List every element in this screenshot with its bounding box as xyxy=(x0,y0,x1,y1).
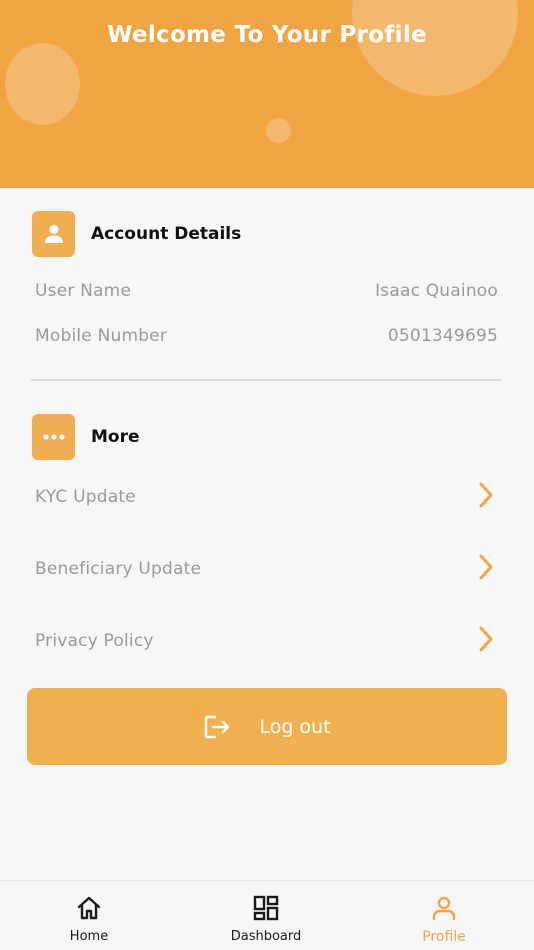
section-divider xyxy=(31,379,501,381)
home-icon xyxy=(76,895,102,925)
privacy-policy-item[interactable]: Privacy Policy xyxy=(35,621,495,661)
user-name-row: User Name Isaac Quainoo xyxy=(35,281,498,301)
nav-item-profile[interactable]: Profile xyxy=(389,895,499,945)
decorative-bubble xyxy=(5,43,80,125)
beneficiary-update-label: Beneficiary Update xyxy=(35,559,202,579)
mobile-number-row: Mobile Number 0501349695 xyxy=(35,326,498,346)
mobile-number-label: Mobile Number xyxy=(35,326,168,346)
profile-icon xyxy=(431,895,457,925)
kyc-update-item[interactable]: KYC Update xyxy=(35,477,495,517)
nav-label-dashboard: Dashboard xyxy=(230,929,302,944)
chevron-right-icon xyxy=(477,553,495,586)
chevron-right-icon xyxy=(477,625,495,658)
nav-label-profile: Profile xyxy=(422,929,466,945)
kyc-update-label: KYC Update xyxy=(35,487,136,507)
decorative-bubble xyxy=(352,0,518,96)
profile-header: Welcome To Your Profile xyxy=(0,0,534,188)
more-title: More xyxy=(91,427,140,447)
page-title: Welcome To Your Profile xyxy=(107,22,427,48)
user-name-label: User Name xyxy=(35,281,132,301)
logout-icon xyxy=(203,713,231,741)
nav-item-home[interactable]: Home xyxy=(34,895,144,944)
chevron-right-icon xyxy=(477,481,495,514)
account-details-title: Account Details xyxy=(91,224,242,244)
user-name-value: Isaac Quainoo xyxy=(375,281,498,301)
account-details-header: Account Details xyxy=(32,211,241,257)
decorative-bubble xyxy=(266,118,291,143)
more-dots-icon xyxy=(32,414,75,460)
dashboard-icon xyxy=(253,895,279,925)
bottom-nav: Home Dashboard Profile xyxy=(0,880,534,950)
nav-item-dashboard[interactable]: Dashboard xyxy=(211,895,321,944)
logout-label: Log out xyxy=(259,715,331,738)
nav-label-home: Home xyxy=(69,929,109,944)
beneficiary-update-item[interactable]: Beneficiary Update xyxy=(35,549,495,589)
more-header: More xyxy=(32,414,140,460)
privacy-policy-label: Privacy Policy xyxy=(35,631,154,651)
logout-button[interactable]: Log out xyxy=(27,688,507,765)
user-icon xyxy=(32,211,75,257)
mobile-number-value: 0501349695 xyxy=(387,326,498,346)
